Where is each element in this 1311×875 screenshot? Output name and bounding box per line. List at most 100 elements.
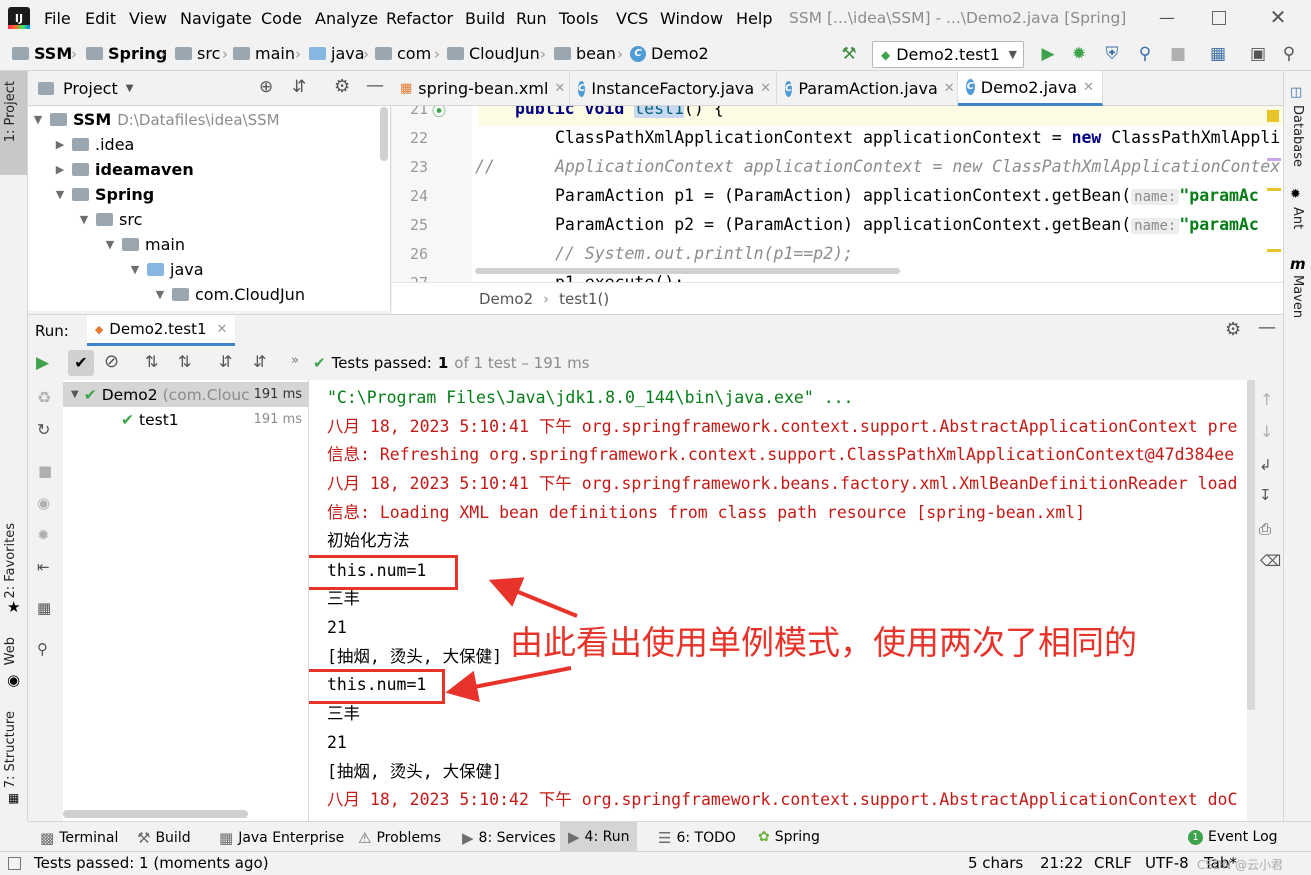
tab-instancefactory-java[interactable]: C InstanceFactory.java ✕ — [570, 71, 777, 106]
code-editor[interactable]: 21 22 23 24 25 26 27 ⦿ public void test1… — [392, 106, 1283, 282]
sort-duration-icon[interactable]: ⇅ — [178, 352, 191, 371]
layout-icon[interactable]: ▦ — [37, 599, 51, 617]
debug-icon[interactable]: ✹ — [1068, 43, 1090, 65]
menu-window[interactable]: Window — [660, 9, 723, 28]
minimize-icon[interactable]: — — [1157, 8, 1177, 28]
rerun-icon[interactable]: ▶ — [36, 353, 49, 373]
editor-horizontal-scrollbar[interactable] — [475, 268, 900, 274]
profile-icon[interactable]: ⚲ — [1134, 43, 1156, 65]
menu-analyze[interactable]: Analyze — [315, 9, 378, 28]
tree-item-spring[interactable]: ▼ Spring — [54, 182, 154, 207]
crumb-demo2[interactable]: C Demo2 — [630, 44, 709, 63]
crumb-com[interactable]: com — [375, 44, 431, 63]
more-icon[interactable]: » — [291, 353, 299, 368]
menu-build[interactable]: Build — [465, 9, 505, 28]
search-everywhere-icon[interactable]: ⚲ — [1278, 43, 1300, 65]
tool-java-enterprise-tab[interactable]: ▦ Java Enterprise — [219, 829, 344, 847]
menu-vcs[interactable]: VCS — [616, 9, 648, 28]
show-passed-icon[interactable]: ✔ — [68, 350, 94, 376]
tool-todo-tab[interactable]: ☰ 6: TODO — [658, 829, 736, 847]
error-stripe-mark[interactable] — [1267, 249, 1281, 252]
menu-tools[interactable]: Tools — [559, 9, 598, 28]
crumb-main[interactable]: main — [233, 44, 295, 63]
status-message[interactable]: Tests passed: 1 (moments ago) — [34, 854, 269, 872]
menu-view[interactable]: View — [129, 9, 167, 28]
error-stripe-mark[interactable] — [1267, 188, 1281, 191]
warning-marker-icon[interactable] — [1267, 110, 1279, 122]
run-tab-demo2-test1[interactable]: ◆ Demo2.test1 ✕ — [86, 315, 236, 346]
test-case-row[interactable]: ✔ test1 191 ms — [63, 407, 308, 432]
tree-item-idea[interactable]: ▶ .idea — [54, 132, 135, 157]
locate-icon[interactable]: ⊕ — [259, 77, 273, 97]
tree-item-ssm[interactable]: ▼ SSM D:\Datafiles\idea\SSM — [32, 107, 280, 132]
menu-code[interactable]: Code — [261, 9, 302, 28]
project-structure-icon[interactable]: ▦ — [1207, 43, 1229, 65]
gear-icon[interactable]: ⚙ — [1225, 319, 1241, 340]
crumb-bean[interactable]: bean — [554, 44, 616, 63]
tool-terminal-tab[interactable]: ▩ Terminal — [40, 829, 118, 847]
tool-maven-tab[interactable]: Maven — [1290, 275, 1305, 318]
close-tab-icon[interactable]: ✕ — [554, 81, 565, 96]
tab-demo2-java[interactable]: C Demo2.java ✕ — [958, 71, 1103, 106]
menu-run[interactable]: Run — [516, 9, 547, 28]
event-log-tab[interactable]: 1 Event Log — [1188, 829, 1278, 845]
stop-icon[interactable]: ■ — [1167, 43, 1189, 65]
collapse-all-icon[interactable]: ⇵ — [292, 77, 306, 97]
build-hammer-icon[interactable]: ⚒ — [838, 43, 860, 65]
hide-icon[interactable]: — — [1258, 317, 1276, 338]
settings-icon[interactable]: ✹ — [37, 526, 50, 544]
crumb-src[interactable]: src — [175, 44, 220, 63]
tab-spring-bean-xml[interactable]: ▦ spring-bean.xml ✕ — [392, 71, 570, 106]
tree-item-com-cloudjun[interactable]: ▼ com.CloudJun — [154, 282, 305, 307]
arrow-up-icon[interactable]: ↑ — [1260, 390, 1273, 409]
camera-icon[interactable]: ◉ — [37, 494, 50, 512]
run-test-gutter-icon[interactable]: ⦿ — [432, 106, 446, 121]
menu-file[interactable]: File — [44, 9, 71, 28]
run-configuration-select[interactable]: ◆ Demo2.test1 ▼ — [872, 41, 1024, 68]
tree-horizontal-scrollbar[interactable] — [63, 810, 248, 818]
run-icon[interactable]: ▶ — [1037, 43, 1059, 65]
tool-web-tab[interactable]: Web — [3, 637, 18, 665]
tool-favorites-tab[interactable]: 2: Favorites — [3, 523, 18, 599]
project-panel-title[interactable]: Project — [63, 79, 118, 98]
project-scrollbar[interactable] — [380, 107, 388, 161]
stop-icon[interactable]: ■ — [38, 462, 52, 480]
error-stripe-mark[interactable] — [1267, 158, 1281, 161]
print-icon[interactable]: ⎙ — [1259, 520, 1271, 538]
tree-item-java[interactable]: ▼ java — [129, 257, 204, 282]
close-tab-icon[interactable]: ✕ — [217, 322, 228, 337]
tool-services-tab[interactable]: ▶ 8: Services — [462, 829, 556, 847]
crumb-java[interactable]: java — [309, 44, 365, 63]
close-tab-icon[interactable]: ✕ — [944, 81, 955, 96]
toggle-auto-test-icon[interactable]: ↻ — [37, 420, 50, 439]
close-window-icon[interactable]: ✕ — [1268, 5, 1288, 29]
menu-help[interactable]: Help — [736, 9, 772, 28]
close-tab-icon[interactable]: ✕ — [1083, 80, 1094, 95]
breadcrumb-method[interactable]: test1() — [559, 290, 609, 308]
console-output[interactable]: "C:\Program Files\Java\jdk1.8.0_144\bin\… — [309, 380, 1247, 821]
layout-toggle-icon[interactable] — [8, 857, 21, 870]
console-scrollbar[interactable] — [1247, 380, 1255, 710]
tab-paramaction-java[interactable]: C ParamAction.java ✕ — [777, 71, 958, 106]
trash-icon[interactable]: ⌫ — [1260, 552, 1281, 570]
presentation-icon[interactable]: ▣ — [1247, 43, 1269, 65]
menu-refactor[interactable]: Refactor — [386, 9, 453, 28]
gear-icon[interactable]: ⚙ — [334, 76, 350, 97]
status-encoding[interactable]: UTF-8 — [1145, 854, 1189, 872]
status-caret-position[interactable]: 21:22 — [1040, 854, 1083, 872]
tool-problems-tab[interactable]: ⚠ Problems — [358, 829, 441, 847]
breadcrumb-class[interactable]: Demo2 — [479, 290, 533, 308]
tool-project-tab[interactable]: 1: Project — [3, 81, 18, 142]
sort-alphabetically-icon[interactable]: ⇅ — [145, 352, 158, 371]
expand-all-icon[interactable]: ⇵ — [219, 352, 232, 371]
tool-database-tab[interactable]: Database — [1290, 105, 1305, 167]
tool-ant-tab[interactable]: Ant — [1290, 207, 1305, 229]
crumb-spring[interactable]: Spring — [86, 44, 167, 63]
tool-build-tab[interactable]: ⚒ Build — [137, 829, 191, 847]
scroll-to-end-icon[interactable]: ↧ — [1259, 486, 1272, 504]
status-line-separator[interactable]: CRLF — [1094, 854, 1132, 872]
rerun-failed-icon[interactable]: ♻ — [37, 388, 51, 407]
tree-item-main[interactable]: ▼ main — [104, 232, 185, 257]
show-ignored-icon[interactable]: ⊘ — [104, 351, 119, 372]
tool-run-tab[interactable]: ▶ 4: Run — [560, 822, 638, 851]
